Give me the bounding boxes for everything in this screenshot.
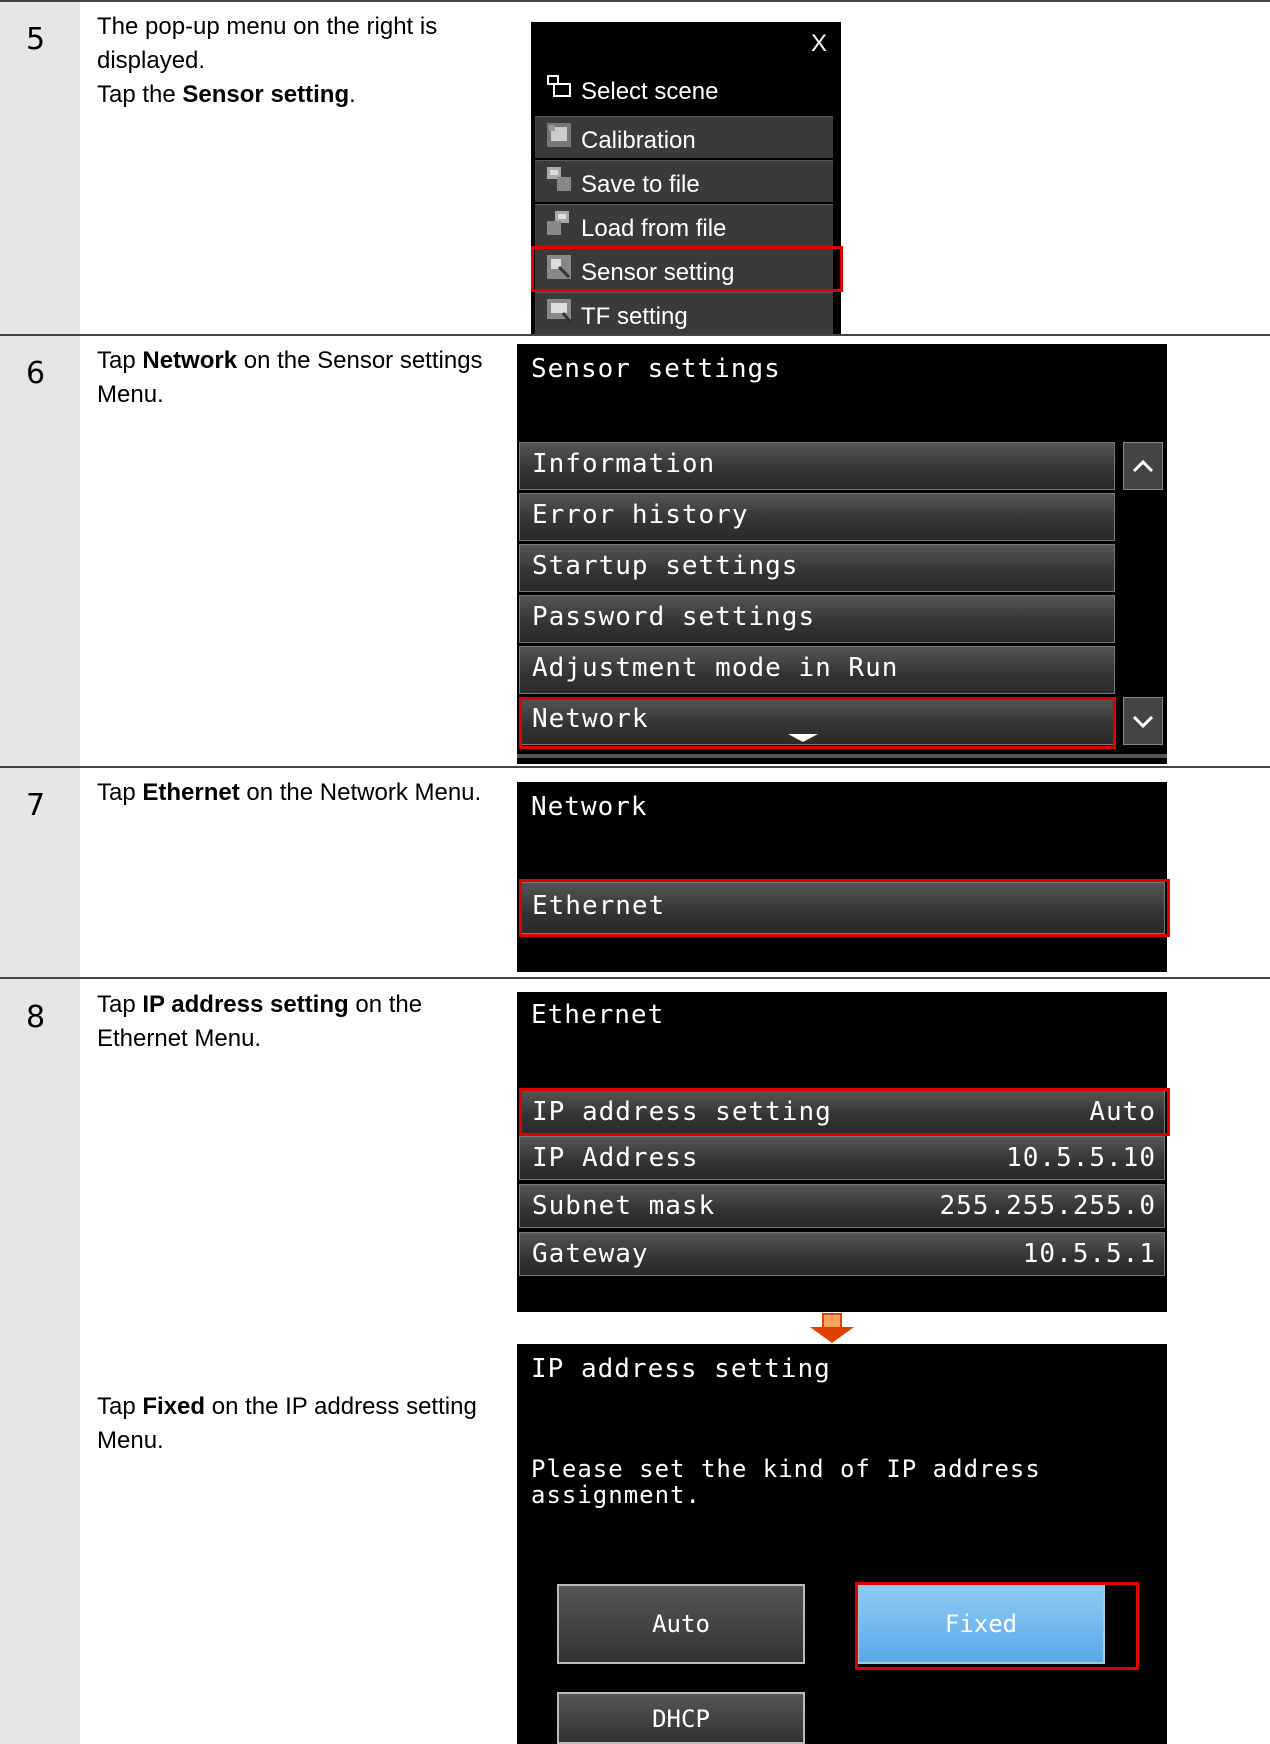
row-label: Error history xyxy=(532,500,749,530)
row-label: Gateway xyxy=(532,1239,649,1269)
menu-item-calibration[interactable]: Calibration xyxy=(535,116,833,158)
screen-bottom-bar xyxy=(517,754,1167,758)
row-label: Information xyxy=(532,449,716,479)
bold-text: Network xyxy=(142,347,238,374)
bold-text: Ethernet xyxy=(142,779,240,806)
bold-text: IP address setting xyxy=(142,991,349,1018)
step-description: Tap Ethernet on the Network Menu. xyxy=(97,776,497,810)
menu-item-save-to-file[interactable]: Save to file xyxy=(535,160,833,202)
network-screen: Network Ethernet xyxy=(517,782,1167,972)
row-value: 10.5.5.10 xyxy=(1006,1143,1156,1173)
step-number: 6 xyxy=(26,356,46,391)
row-label: Subnet mask xyxy=(532,1191,716,1221)
row-label: Startup settings xyxy=(532,551,799,581)
text: Tap xyxy=(97,991,143,1018)
highlight-box xyxy=(519,1088,1170,1136)
highlight-box xyxy=(519,697,1116,749)
step-number-cell xyxy=(0,979,80,1744)
text: Tap xyxy=(97,347,143,374)
step-description: Tap IP address setting on the Ethernet M… xyxy=(97,988,497,1056)
highlight-box xyxy=(531,246,843,292)
dialog-message: Please set the kind of IP address assign… xyxy=(531,1455,1041,1509)
menu-item-label: Select scene xyxy=(581,78,719,105)
rule xyxy=(0,977,1270,979)
ethernet-screen-continued: Subnet mask 255.255.255.0 Gateway 10.5.5.1 xyxy=(517,1184,1167,1312)
menu-row-information[interactable]: Information xyxy=(519,442,1115,490)
row-ip-address[interactable]: IP Address 10.5.5.10 xyxy=(519,1136,1165,1180)
highlight-box xyxy=(519,879,1170,937)
rule xyxy=(0,0,1270,2)
row-label: Password settings xyxy=(532,602,816,632)
row-subnet-mask[interactable]: Subnet mask 255.255.255.0 xyxy=(519,1184,1165,1228)
rule xyxy=(0,334,1270,336)
step-number: 7 xyxy=(26,788,46,823)
menu-row-password-settings[interactable]: Password settings xyxy=(519,595,1115,643)
menu-item-select-scene[interactable]: Select scene xyxy=(535,68,833,110)
menu-item-tf-setting[interactable]: TF setting xyxy=(535,292,833,334)
step-description: The pop-up menu on the right is displaye… xyxy=(97,10,497,112)
screen-title: Sensor settings xyxy=(531,354,781,384)
calibration-icon xyxy=(547,123,571,147)
load-icon xyxy=(547,211,569,235)
text: Tap xyxy=(97,1393,143,1420)
screen-title: Ethernet xyxy=(531,1000,665,1030)
step-text: Tap the Sensor setting. xyxy=(97,78,497,112)
select-scene-icon xyxy=(547,75,571,97)
menu-row-error-history[interactable]: Error history xyxy=(519,493,1115,541)
menu-item-label: TF setting xyxy=(581,303,688,330)
bold-text: Fixed xyxy=(142,1393,206,1420)
text: Tap xyxy=(97,779,143,806)
rule xyxy=(0,766,1270,768)
row-value: 255.255.255.0 xyxy=(939,1191,1156,1221)
text: Tap the xyxy=(97,81,183,108)
step-text: The pop-up menu on the right is displaye… xyxy=(97,13,438,74)
row-label: Adjustment mode in Run xyxy=(532,653,899,683)
scroll-up-button[interactable] xyxy=(1123,442,1163,490)
screen-title: IP address setting xyxy=(531,1354,831,1384)
row-gateway[interactable]: Gateway 10.5.5.1 xyxy=(519,1232,1165,1276)
menu-row-adjustment-mode[interactable]: Adjustment mode in Run xyxy=(519,646,1115,694)
close-button[interactable]: X xyxy=(811,30,827,58)
ip-address-setting-screen: IP address setting Please set the kind o… xyxy=(517,1344,1167,1744)
bold-text: Sensor setting xyxy=(182,81,350,108)
step-description: Tap Fixed on the IP address setting Menu… xyxy=(97,1390,497,1458)
menu-item-label: Load from file xyxy=(581,215,727,242)
row-value: 10.5.5.1 xyxy=(1022,1239,1156,1269)
text: . xyxy=(349,81,356,108)
tf-setting-icon xyxy=(547,299,573,324)
chevron-down-icon xyxy=(1132,715,1154,729)
dhcp-button[interactable]: DHCP xyxy=(557,1692,805,1744)
step-description: Tap Network on the Sensor settings Menu. xyxy=(97,344,497,412)
menu-item-label: Save to file xyxy=(581,171,700,198)
menu-item-load-from-file[interactable]: Load from file xyxy=(535,204,833,246)
auto-button[interactable]: Auto xyxy=(557,1584,805,1664)
chevron-up-icon xyxy=(1132,459,1154,473)
step-number: 5 xyxy=(26,22,46,57)
step-number-cell xyxy=(0,336,80,766)
arrow-down-icon xyxy=(810,1313,854,1343)
step-number: 8 xyxy=(26,1000,46,1035)
menu-item-label: Calibration xyxy=(581,127,696,154)
menu-row-startup-settings[interactable]: Startup settings xyxy=(519,544,1115,592)
save-icon xyxy=(547,167,571,191)
screen-title: Network xyxy=(531,792,648,822)
row-label: IP Address xyxy=(532,1143,699,1173)
scroll-down-button[interactable] xyxy=(1123,697,1163,745)
text: on the Network Menu. xyxy=(239,779,482,806)
highlight-box xyxy=(855,1582,1139,1670)
